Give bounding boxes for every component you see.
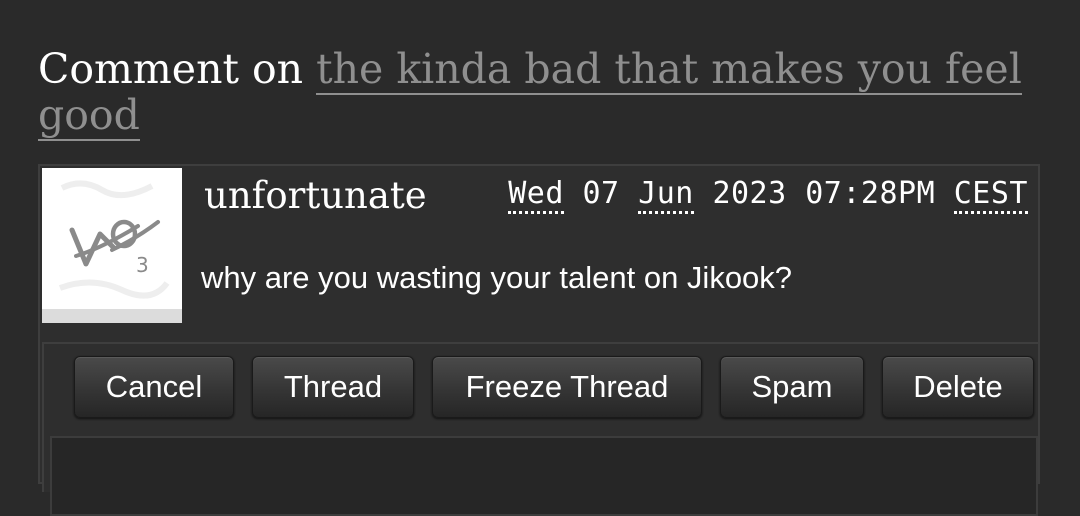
date-month: Jun [638, 176, 694, 214]
date-weekday: Wed [508, 176, 564, 214]
comment-datetime: Wed 07 Jun 2023 07:28PM CEST [508, 176, 1028, 214]
cancel-button[interactable]: Cancel [74, 356, 234, 418]
thread-button[interactable]: Thread [252, 356, 414, 418]
comment-box: 3 unfortunate Wed 07 Jun 2023 07:28PM CE… [38, 164, 1040, 516]
reply-area[interactable] [50, 436, 1038, 516]
delete-button[interactable]: Delete [882, 356, 1034, 418]
comment-actions: Cancel Thread Freeze Thread Spam Delete [74, 356, 1034, 418]
date-timezone: CEST [953, 176, 1028, 214]
svg-text:3: 3 [136, 253, 149, 277]
spam-button[interactable]: Spam [720, 356, 864, 418]
date-year: 2023 [712, 176, 787, 211]
freeze-thread-button[interactable]: Freeze Thread [432, 356, 702, 418]
user-avatar[interactable]: 3 [42, 168, 182, 323]
heading-prefix: Comment on [38, 45, 304, 93]
date-day: 07 [582, 176, 620, 211]
ao3-logo-icon: 3 [58, 180, 170, 299]
page-heading: Comment on the kinda bad that makes you … [38, 45, 1038, 141]
date-time: 07:28PM [805, 176, 936, 211]
comment-text: why are you wasting your talent on Jikoo… [201, 260, 793, 295]
comment-username[interactable]: unfortunate [204, 174, 427, 217]
